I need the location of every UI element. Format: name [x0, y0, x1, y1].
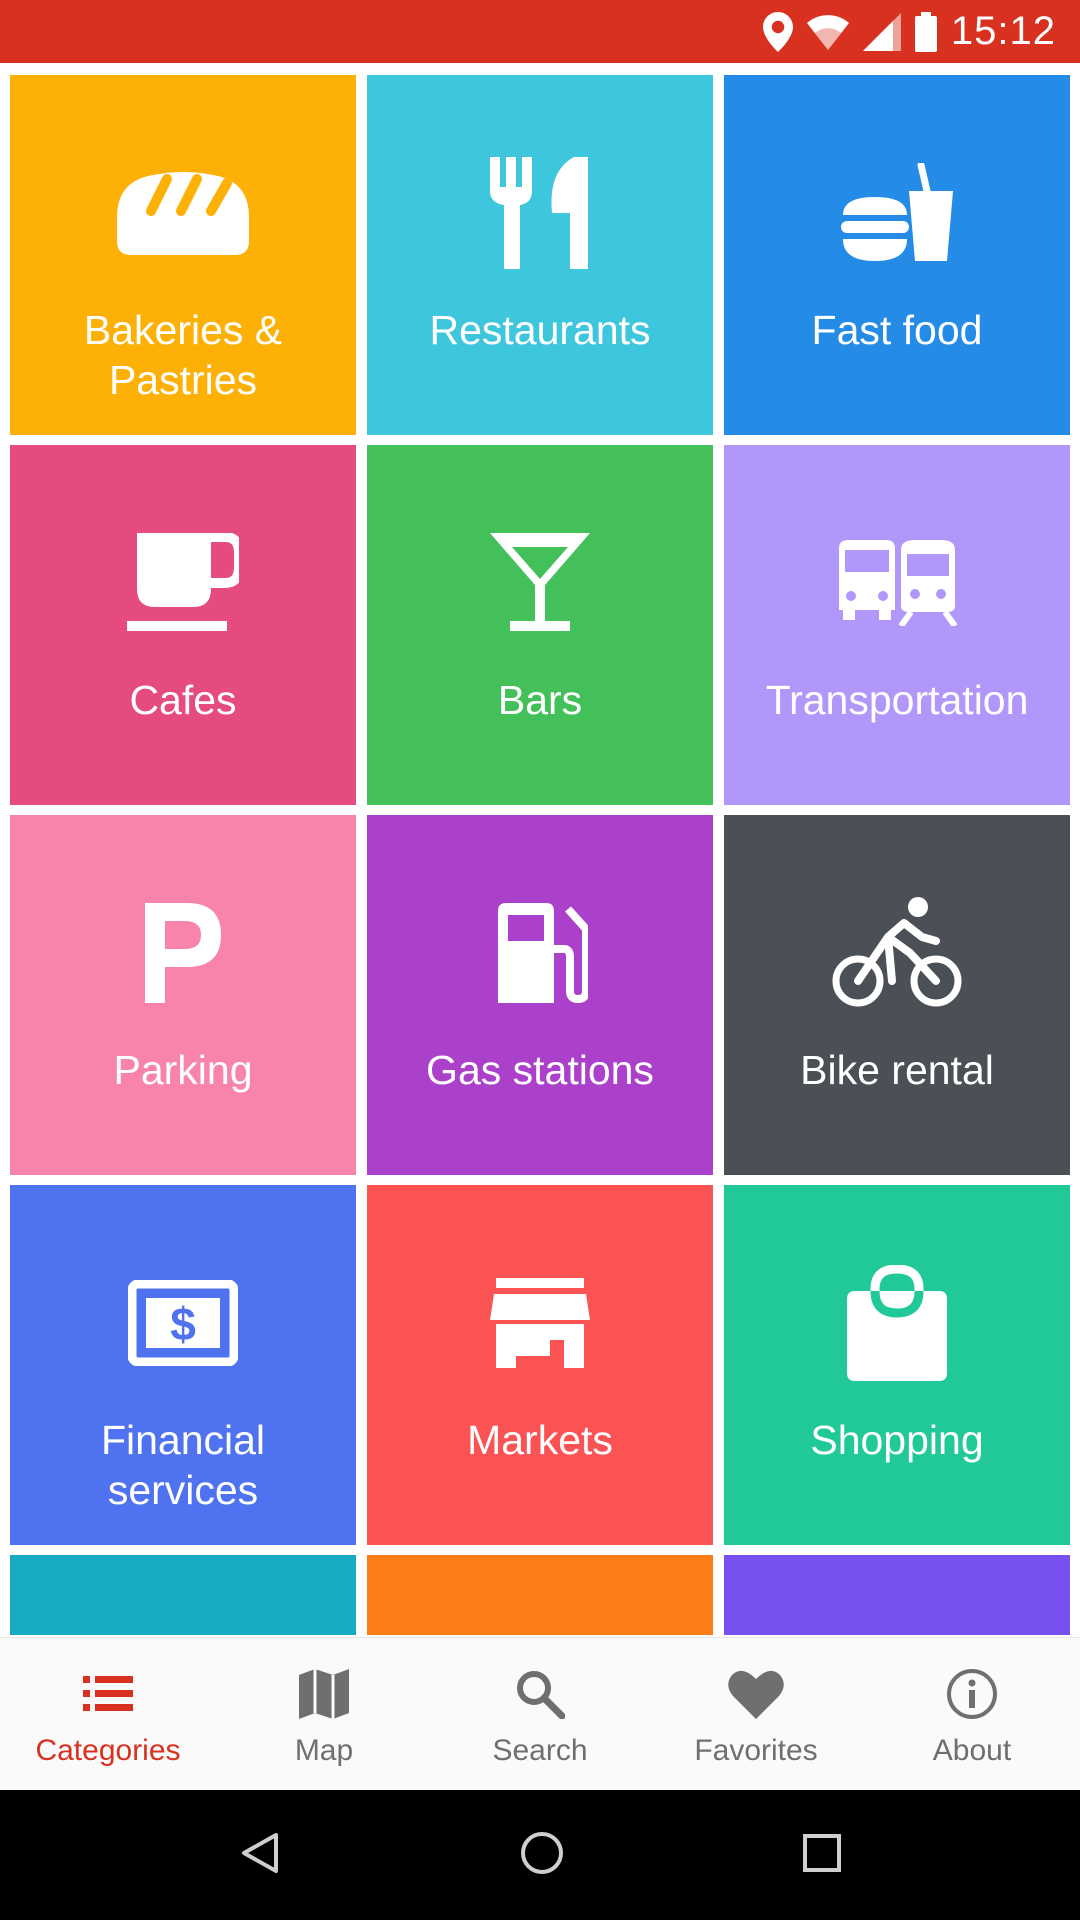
tile-label: Bars	[497, 677, 583, 723]
info-icon	[946, 1668, 998, 1724]
nav-map[interactable]: Map	[216, 1638, 432, 1791]
nav-label: About	[932, 1734, 1012, 1767]
heart-icon	[728, 1669, 784, 1723]
battery-icon	[914, 11, 937, 52]
tile-label: Shopping	[810, 1417, 984, 1463]
tile-label: Financial services	[100, 1417, 266, 1513]
svg-text:$: $	[170, 1298, 196, 1350]
tile-label: Restaurants	[429, 307, 651, 353]
tile-label: Cafes	[129, 677, 237, 723]
system-navigation-bar	[0, 1790, 1080, 1920]
nav-label: Favorites	[694, 1734, 818, 1767]
tile-label: Parking	[113, 1047, 253, 1093]
list-icon	[83, 1676, 133, 1716]
tile-shopping[interactable]: Shopping	[724, 1185, 1070, 1545]
gas-pump-icon	[492, 903, 590, 1007]
tile-transportation[interactable]: Transportation	[724, 445, 1070, 805]
coffee-cup-icon	[127, 532, 244, 637]
tile-restaurants[interactable]: Restaurants	[367, 75, 713, 435]
nav-favorites[interactable]: Favorites	[648, 1638, 864, 1791]
tile-partial-3[interactable]	[724, 1555, 1070, 1635]
store-icon	[490, 1278, 590, 1372]
tile-parking[interactable]: Parking	[10, 815, 356, 1175]
cocktail-icon	[490, 533, 590, 637]
bottom-navigation: Categories Map Search Favorites About	[0, 1637, 1080, 1791]
tile-partial-1[interactable]	[10, 1555, 356, 1635]
burger-drink-icon	[841, 161, 953, 267]
tile-label: Gas stations	[426, 1047, 654, 1093]
tile-label: Bike rental	[800, 1047, 994, 1093]
wifi-icon	[806, 14, 849, 50]
tile-label: Markets	[467, 1417, 613, 1463]
nav-search[interactable]: Search	[432, 1638, 648, 1791]
nav-about[interactable]: About	[864, 1638, 1080, 1791]
search-icon	[515, 1669, 566, 1723]
tile-gas-stations[interactable]: Gas stations	[367, 815, 713, 1175]
status-bar: 15:12	[0, 0, 1080, 63]
parking-icon	[145, 903, 221, 1007]
bus-train-icon	[835, 540, 959, 630]
signal-icon	[862, 12, 901, 51]
tile-label: Transportation	[765, 677, 1029, 723]
back-icon[interactable]	[238, 1831, 282, 1879]
tile-fast-food[interactable]: Fast food	[724, 75, 1070, 435]
map-icon	[299, 1669, 349, 1723]
tile-bakeries[interactable]: Bakeries & Pastries	[10, 75, 356, 435]
shopping-bag-icon	[847, 1264, 947, 1385]
tile-label: Fast food	[811, 307, 983, 353]
clock: 15:12	[950, 9, 1056, 53]
tile-bars[interactable]: Bars	[367, 445, 713, 805]
tile-markets[interactable]: Markets	[367, 1185, 713, 1545]
bread-icon	[117, 171, 249, 259]
tile-financial-services[interactable]: $ Financial services	[10, 1185, 356, 1545]
fork-knife-icon	[490, 157, 590, 273]
bicycle-icon	[832, 897, 962, 1013]
location-icon	[762, 11, 793, 52]
nav-categories[interactable]: Categories	[0, 1638, 216, 1791]
nav-label: Search	[492, 1734, 588, 1767]
tile-label: Bakeries & Pastries	[83, 307, 283, 403]
tile-bike-rental[interactable]: Bike rental	[724, 815, 1070, 1175]
home-icon[interactable]	[519, 1830, 565, 1880]
recents-icon[interactable]	[802, 1833, 842, 1877]
nav-label: Map	[294, 1734, 354, 1767]
nav-label: Categories	[35, 1734, 181, 1767]
money-icon: $	[127, 1279, 239, 1370]
tile-partial-2[interactable]	[367, 1555, 713, 1635]
tile-cafes[interactable]: Cafes	[10, 445, 356, 805]
category-grid: Bakeries & Pastries Restaurants Fast foo…	[10, 75, 1070, 1635]
